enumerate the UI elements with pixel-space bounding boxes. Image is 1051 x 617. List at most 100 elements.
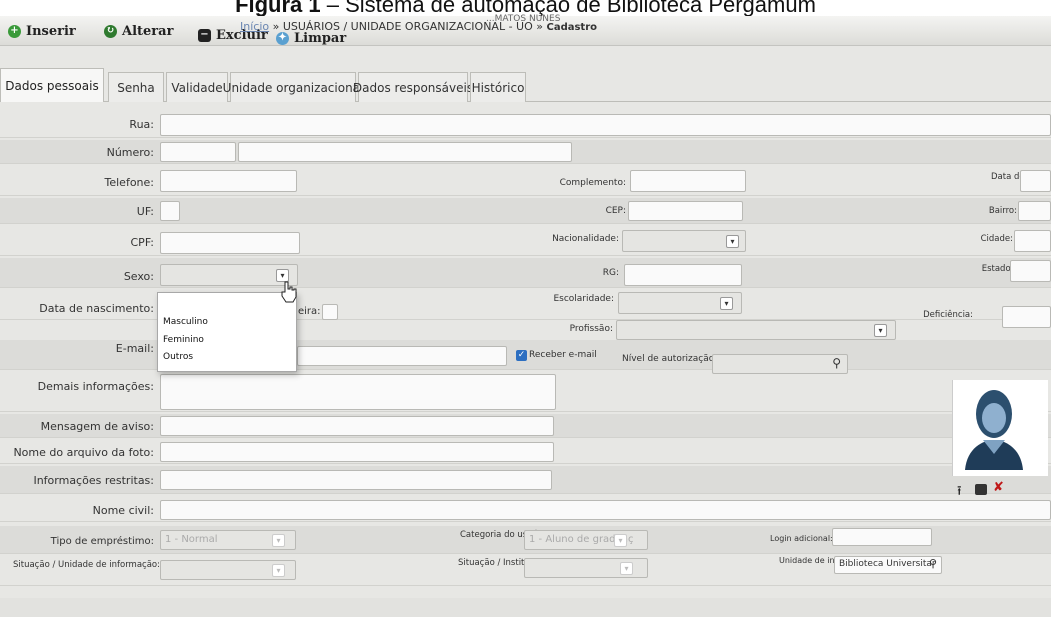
unidade-informacao-input[interactable]: Biblioteca Universitar ⚲ <box>834 556 942 574</box>
sexo-option-masculino[interactable]: Masculino <box>163 317 208 327</box>
sexo-option-outros[interactable]: Outros <box>163 352 193 362</box>
chevron-down-icon[interactable]: ▾ <box>272 564 285 577</box>
unidade-informacao-value: Biblioteca Universitar <box>839 559 936 569</box>
chevron-down-icon[interactable]: ▾ <box>726 235 739 248</box>
row-situacao: Situação / Unidade de informação: ▾ Situ… <box>0 556 1051 586</box>
delete-photo-icon[interactable]: ✘ <box>993 480 1004 495</box>
breadcrumb-section: USUÁRIOS / UNIDADE ORGANIZACIONAL - UO <box>282 20 533 33</box>
user-photo-panel <box>952 380 1048 476</box>
situacao-instituicao-select[interactable]: ▾ <box>524 558 648 578</box>
uf-label: UF: <box>136 205 154 218</box>
rg-input[interactable] <box>624 264 742 286</box>
login-adicional-input[interactable] <box>832 528 932 546</box>
sexo-select[interactable]: ▾ <box>160 264 298 286</box>
sexo-option-feminino[interactable]: Feminino <box>163 335 204 345</box>
data-cadastro-input[interactable] <box>1020 170 1051 192</box>
info-restritas-label: Informações restritas: <box>33 474 154 487</box>
row-cpf: CPF: Nacionalidade: ▾ Cidade: <box>0 226 1051 256</box>
row-sexo: Sexo: ▾ RG: Estado civil: <box>0 258 1051 288</box>
categoria-usuario-select[interactable]: 1 - Aluno de graduaç ▾ <box>524 530 648 550</box>
tab-dados-responsaveis[interactable]: Dados responsáveis <box>353 72 473 102</box>
situacao-instituicao-label: Situação / Instituição: <box>458 558 551 568</box>
tipo-emprestimo-select[interactable]: 1 - Normal ▾ <box>160 530 296 550</box>
chevron-down-icon[interactable]: ▾ <box>614 534 627 547</box>
breadcrumb-home-link[interactable]: Início <box>240 20 269 33</box>
tab-validade[interactable]: Validade <box>166 72 228 102</box>
breadcrumb-separator: » <box>532 20 547 33</box>
tab-bar: Dados pessoais Senha Validade Unidade or… <box>0 68 1051 102</box>
tab-historico[interactable]: Histórico <box>470 72 526 102</box>
rua-input[interactable] <box>160 114 1051 136</box>
estado-civil-input[interactable] <box>1010 260 1051 282</box>
row-tipo-emprestimo: Tipo de empréstimo: 1 - Normal ▾ Categor… <box>0 526 1051 554</box>
mensagem-aviso-input[interactable] <box>160 416 554 436</box>
chevron-down-icon[interactable]: ▾ <box>720 297 733 310</box>
tipo-emprestimo-value: 1 - Normal <box>165 534 218 545</box>
alterar-label: Alterar <box>122 23 174 39</box>
nome-arquivo-input[interactable] <box>160 442 554 462</box>
alterar-button[interactable]: ↻ Alterar <box>104 21 173 41</box>
row-numero: Número: <box>0 140 1051 164</box>
inserir-button[interactable]: + Inserir <box>8 21 76 41</box>
cidade-input[interactable] <box>1014 230 1051 252</box>
hand-cursor-icon <box>281 281 297 303</box>
breadcrumb: Início » USUÁRIOS / UNIDADE ORGANIZACION… <box>240 20 597 33</box>
chevron-down-icon[interactable]: ▾ <box>874 324 887 337</box>
telefone-label: Telefone: <box>104 176 155 189</box>
unidade-informacao-label: Unidade de informação <box>779 556 873 565</box>
email-label: E-mail: <box>115 342 154 355</box>
cpf-label: CPF: <box>130 236 155 249</box>
profissao-select[interactable]: ▾ <box>616 320 896 340</box>
estrangeira-checkbox[interactable] <box>322 304 338 320</box>
info-restritas-input[interactable] <box>160 470 552 490</box>
nome-civil-input[interactable] <box>160 500 1051 520</box>
telefone-input[interactable] <box>160 170 297 192</box>
escolaridade-label: Escolaridade: <box>553 294 614 304</box>
cep-input[interactable] <box>628 201 743 221</box>
chevron-down-icon[interactable]: ▾ <box>272 534 285 547</box>
nacionalidade-select[interactable]: ▾ <box>622 230 746 252</box>
demais-informacoes-textarea[interactable] <box>160 374 556 410</box>
cep-label: CEP: <box>605 206 626 216</box>
breadcrumb-current: Cadastro <box>546 22 598 33</box>
cpf-input[interactable] <box>160 232 300 254</box>
login-adicional-label: Login adicional: <box>770 534 833 543</box>
plus-icon: + <box>8 24 21 38</box>
complemento-input[interactable] <box>630 170 746 192</box>
tab-unidade-organizacional[interactable]: Unidade organizacional <box>223 72 363 102</box>
estrangeira-label: eira: <box>298 306 321 317</box>
search-icon[interactable]: ⚲ <box>929 557 937 570</box>
numero-input[interactable] <box>160 142 236 162</box>
bairro-input[interactable] <box>1018 201 1051 221</box>
rua-label: Rua: <box>129 118 154 131</box>
numero-label: Número: <box>106 146 154 159</box>
caption-text: – Sistema de automação de Biblioteca Per… <box>320 0 816 16</box>
escolaridade-select[interactable]: ▾ <box>618 292 742 314</box>
nacionalidade-label: Nacionalidade: <box>552 234 619 244</box>
row-nome-arquivo: Nome do arquivo da foto: <box>0 440 1051 464</box>
sexo-label: Sexo: <box>123 270 154 283</box>
tab-senha[interactable]: Senha <box>108 72 164 102</box>
chevron-down-icon[interactable]: ▾ <box>620 562 633 575</box>
search-icon[interactable]: ⚲ <box>832 356 841 370</box>
minus-icon: − <box>198 28 211 42</box>
camera-icon[interactable] <box>975 484 987 495</box>
mensagem-aviso-label: Mensagem de aviso: <box>40 420 154 433</box>
refresh-icon: ↻ <box>104 24 117 38</box>
nivel-autorizacao-label: Nível de autorização: <box>622 354 718 364</box>
receber-email-label: Receber e-mail <box>529 350 597 360</box>
numero-complemento-input[interactable] <box>238 142 572 162</box>
receber-email-checkbox[interactable]: ✓ <box>516 350 527 361</box>
footer-strip <box>0 598 1051 617</box>
nivel-autorizacao-input[interactable]: ⚲ <box>712 354 848 374</box>
situacao-unidade-label: Situação / Unidade de informação: <box>13 560 160 570</box>
email-input[interactable] <box>297 346 507 366</box>
upload-icon[interactable]: ⭱ <box>957 482 962 504</box>
sexo-dropdown-menu: Masculino Feminino Outros <box>157 292 297 372</box>
uf-input[interactable] <box>160 201 180 221</box>
situacao-select[interactable]: ▾ <box>160 560 296 580</box>
tab-dados-pessoais[interactable]: Dados pessoais <box>0 68 104 102</box>
row-telefone: Telefone: Complemento: Data de cadastro: <box>0 166 1051 196</box>
row-rua: Rua: <box>0 112 1051 138</box>
tipo-emprestimo-label: Tipo de empréstimo: <box>50 536 154 547</box>
